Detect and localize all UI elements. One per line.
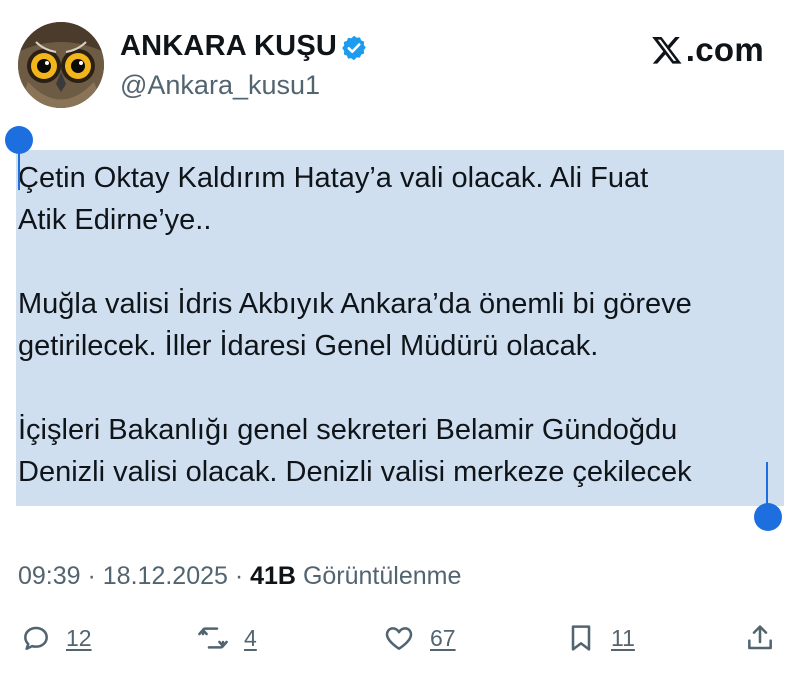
action-bar: 12 4 67 11: [0, 610, 800, 670]
tweet-line: Atik Edirne’ye..: [18, 204, 212, 236]
tweet-time[interactable]: 09:39: [18, 562, 81, 590]
tweet-line: Muğla valisi İdris Akbıyık Ankara’da öne…: [18, 288, 692, 320]
tweet-text[interactable]: Çetin Oktay Kaldırım Hatay’a vali olacak…: [18, 157, 778, 493]
bookmark-count[interactable]: 11: [611, 625, 635, 652]
heart-icon: [385, 627, 413, 650]
brand-watermark: .com: [650, 30, 764, 70]
meta-separator: ·: [227, 562, 251, 590]
retweet-button[interactable]: 4: [196, 622, 257, 654]
x-logo-icon: [651, 37, 682, 64]
tweet-line-blank: [18, 367, 778, 409]
retweet-count[interactable]: 4: [244, 625, 257, 652]
selection-handle-start[interactable]: [5, 126, 33, 154]
tweet-line: İçişleri Bakanlığı genel sekreteri Belam…: [18, 414, 678, 446]
display-name[interactable]: ANKARA KUŞU: [120, 30, 337, 63]
share-button[interactable]: [744, 622, 776, 654]
tweet-line: Çetin Oktay Kaldırım Hatay’a vali olacak…: [18, 162, 649, 194]
handle[interactable]: @Ankara_kusu1: [120, 70, 320, 101]
tweet-line-blank: [18, 241, 778, 283]
owl-avatar-icon: [18, 22, 104, 108]
meta-separator: ·: [80, 562, 103, 590]
like-button[interactable]: 67: [382, 622, 456, 654]
bookmark-button[interactable]: 11: [565, 622, 635, 654]
brand-text: .com: [685, 31, 764, 68]
views-count: 41B: [250, 562, 296, 590]
bookmark-icon: [571, 625, 591, 651]
verified-badge-icon: [342, 35, 366, 61]
like-count[interactable]: 67: [430, 625, 456, 652]
retweet-icon: [198, 627, 228, 649]
reply-count[interactable]: 12: [66, 625, 92, 652]
avatar[interactable]: [18, 22, 104, 108]
reply-icon: [24, 626, 48, 650]
views-label: Görüntülenme: [296, 562, 462, 590]
tweet-meta: 09:39 · 18.12.2025 · 41B Görüntülenme: [18, 562, 461, 591]
share-icon: [748, 625, 772, 650]
tweet-date[interactable]: 18.12.2025: [103, 562, 228, 590]
tweet-line: getirilecek. İller İdaresi Genel Müdürü …: [18, 330, 599, 362]
selection-handle-end[interactable]: [754, 503, 782, 531]
tweet-line: Denizli valisi olacak. Denizli valisi me…: [18, 456, 692, 488]
selection-caret-end: [766, 462, 768, 504]
reply-button[interactable]: 12: [20, 622, 92, 654]
